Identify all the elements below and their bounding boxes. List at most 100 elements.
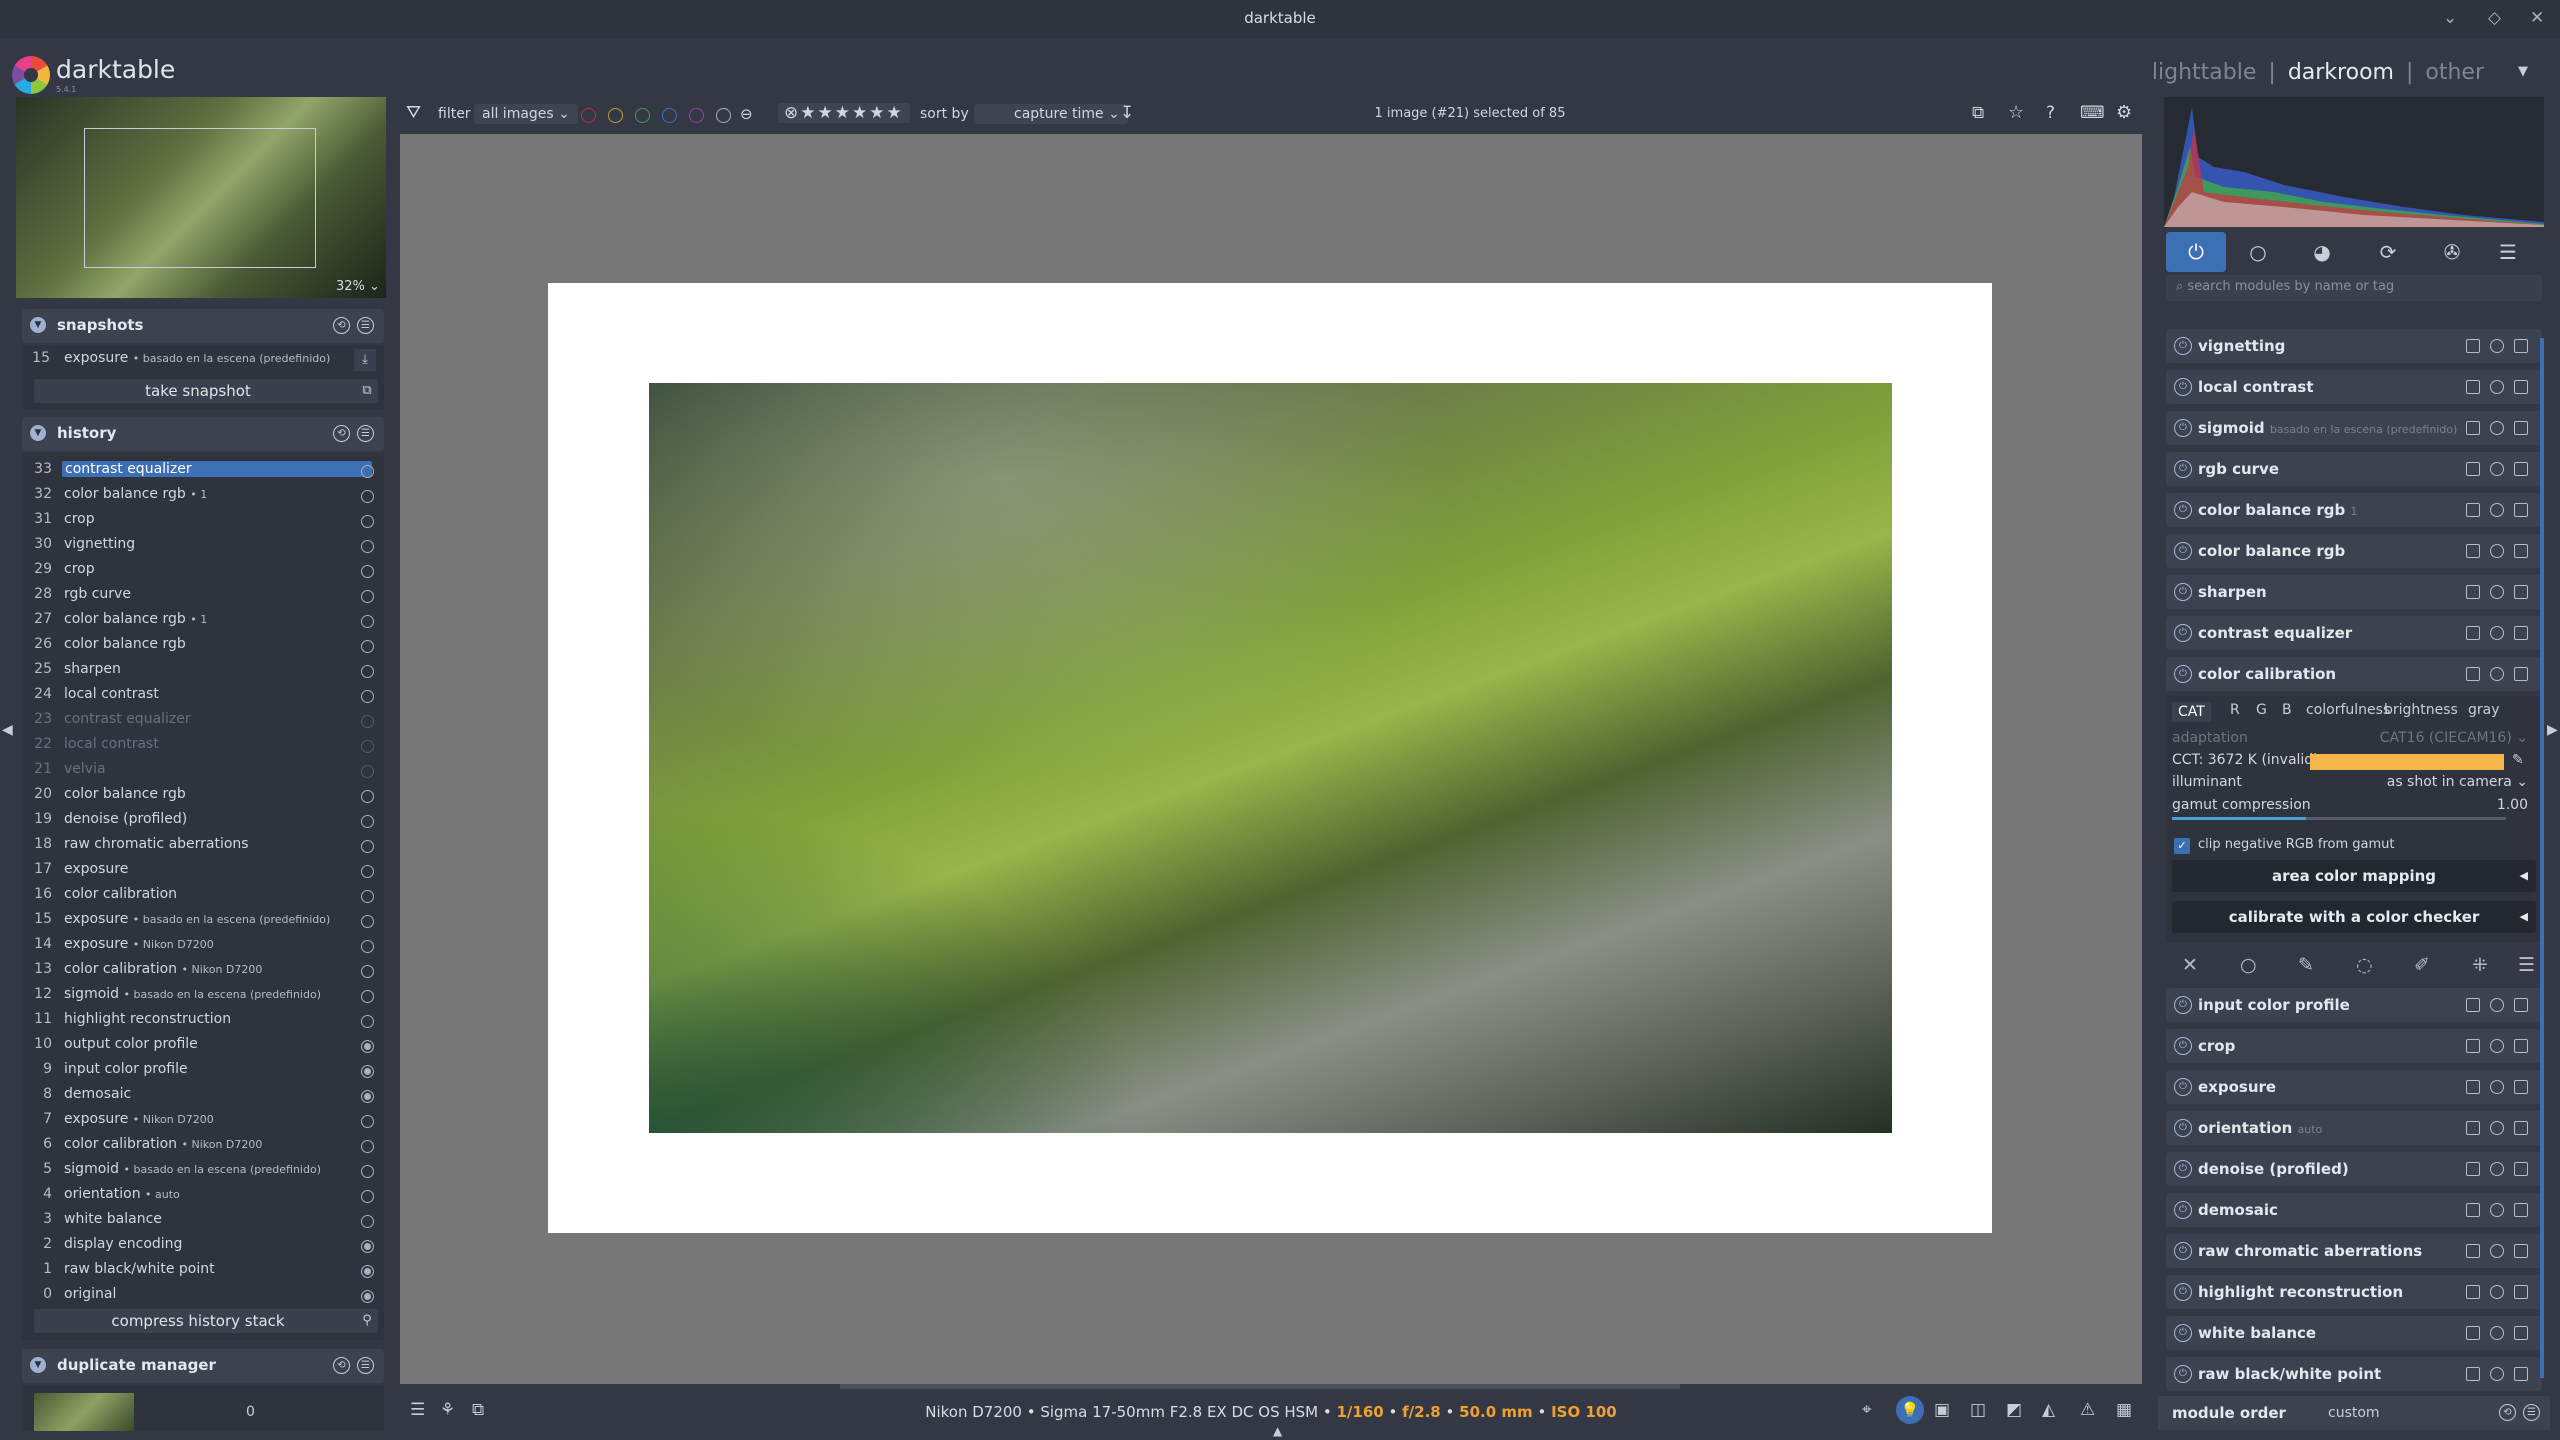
history-item[interactable]: 4 orientation • auto [22,1186,384,1211]
module-reset-icon[interactable] [2490,503,2504,517]
module-power-icon[interactable]: ⏻ [2174,1119,2192,1137]
module-header[interactable]: ⏻ exposure [2166,1070,2542,1104]
color-label-red-icon[interactable] [581,108,596,123]
history-item[interactable]: 27 color balance rgb • 1 [22,611,384,636]
reset-icon[interactable]: ⟲ [333,1357,350,1374]
module-reset-icon[interactable] [2490,667,2504,681]
module-header[interactable]: ⏻ highlight reconstruction [2166,1275,2542,1309]
module-power-icon[interactable]: ⏻ [2174,1324,2192,1342]
module-reset-icon[interactable] [2490,421,2504,435]
color-label-operator-icon[interactable]: ⊖ [740,105,753,123]
snapshot-restore-icon[interactable]: ⤓ [354,349,376,371]
cc-tab[interactable]: brightness [2384,702,2458,718]
module-header[interactable]: ⏻ orientation auto [2166,1111,2542,1145]
module-presets-icon[interactable] [2514,626,2528,640]
module-power-icon[interactable]: ⏻ [2174,419,2192,437]
history-item[interactable]: 32 color balance rgb • 1 [22,486,384,511]
module-presets-icon[interactable] [2514,421,2528,435]
history-item[interactable]: 29 crop [22,561,384,586]
history-item[interactable]: 28 rgb curve [22,586,384,611]
sort-dropdown[interactable]: capture time ⌄ [974,104,1128,124]
module-multi-instance-icon[interactable] [2466,585,2480,599]
area-color-mapping-button[interactable]: area color mapping ◀ [2172,860,2536,892]
preferences-gear-icon[interactable]: ⚙ [2116,102,2132,123]
module-reset-icon[interactable] [2490,1080,2504,1094]
module-power-icon[interactable]: ⏻ [2174,337,2192,355]
collapse-triangle-icon[interactable]: ▼ [30,317,46,333]
guides-grid-icon[interactable]: ▦ [2116,1400,2132,1420]
module-presets-icon[interactable] [2514,998,2528,1012]
warning-icon[interactable]: ⚠ [2080,1400,2095,1420]
navigation-viewport-rect[interactable] [84,128,316,268]
color-label-green-icon[interactable] [635,108,650,123]
cc-tab[interactable]: R [2230,702,2240,718]
duplicate-manager-header[interactable]: ▼ duplicate manager ⟲ ☰ [22,1349,384,1383]
cc-tab[interactable]: B [2282,702,2292,718]
history-item[interactable]: 16 color calibration [22,886,384,911]
module-presets-icon[interactable] [2514,1039,2528,1053]
module-multi-instance-icon[interactable] [2466,339,2480,353]
cc-tab[interactable]: G [2256,702,2267,718]
clipping-indicator-icon[interactable]: ◫ [1970,1400,1986,1420]
presets-menu-icon[interactable]: ☰ [357,1357,374,1374]
module-multi-instance-icon[interactable] [2466,1285,2480,1299]
module-power-icon[interactable]: ⏻ [2174,1201,2192,1219]
module-presets-icon[interactable] [2514,380,2528,394]
module-multi-instance-icon[interactable] [2466,998,2480,1012]
edited-photo[interactable] [649,383,1892,1133]
softproof-icon[interactable]: ◩ [2006,1400,2022,1420]
gamut-check-icon[interactable]: ◭ [2042,1400,2055,1420]
module-header[interactable]: ⏻ vignetting [2166,329,2542,363]
module-header[interactable]: ⏻ sigmoid basado en la escena (predefinid… [2166,411,2542,445]
module-multi-instance-icon[interactable] [2466,462,2480,476]
module-multi-instance-icon[interactable] [2466,1326,2480,1340]
clip-negative-checkbox[interactable]: ✓ [2174,838,2190,854]
module-header[interactable]: ⏻ crop [2166,1029,2542,1063]
module-reset-icon[interactable] [2490,998,2504,1012]
sort-order-icon[interactable]: ↧ [1120,103,1134,123]
module-header[interactable]: ⏻ raw black/white point [2166,1357,2542,1391]
illuminant-dropdown[interactable]: as shot in camera ⌄ [2387,774,2528,790]
color-label-none-icon[interactable] [716,108,731,123]
history-item[interactable]: 13 color calibration • Nikon D7200 [22,961,384,986]
star-overlay-icon[interactable]: ☆ [2008,102,2024,123]
filter-funnel-icon[interactable]: ⛛ [406,102,421,123]
drawn-mask-icon[interactable]: ✎ [2298,954,2314,976]
module-power-icon[interactable]: ⏻ [2174,1037,2192,1055]
module-presets-icon[interactable] [2514,1203,2528,1217]
module-multi-instance-icon[interactable] [2466,1244,2480,1258]
module-reset-icon[interactable] [2490,339,2504,353]
history-item[interactable]: 30 vignetting [22,536,384,561]
help-icon[interactable]: ? [2046,103,2055,123]
view-darkroom[interactable]: darkroom [2288,60,2394,85]
views-dropdown-icon[interactable]: ▼ [2518,64,2528,79]
module-reset-icon[interactable] [2490,626,2504,640]
module-multi-instance-icon[interactable] [2466,1203,2480,1217]
module-reset-icon[interactable] [2490,462,2504,476]
color-assessment-icon[interactable]: 💡 [1896,1396,1924,1424]
active-modules-power-icon[interactable]: ⏻ [2166,232,2226,272]
parametric-mask-icon[interactable]: ◌ [2356,954,2373,976]
maximize-icon[interactable]: ◇ [2488,8,2501,28]
presets-menu-icon[interactable]: ☰ [357,425,374,442]
history-item[interactable]: 0 original [22,1286,384,1311]
module-reset-icon[interactable] [2490,1121,2504,1135]
module-header[interactable]: ⏻ color balance rgb 1 [2166,493,2542,527]
module-header[interactable]: ⏻ color balance rgb [2166,534,2542,568]
module-header[interactable]: ⏻ rgb curve [2166,452,2542,486]
history-item[interactable]: 6 color calibration • Nikon D7200 [22,1136,384,1161]
module-presets-icon[interactable] [2514,585,2528,599]
module-header[interactable]: ⏻ color calibration [2166,657,2542,691]
focus-peaking-icon[interactable]: ⌖ [1862,1400,1872,1420]
history-item[interactable]: 25 sharpen [22,661,384,686]
history-item[interactable]: 5 sigmoid • basado en la escena (predefin… [22,1161,384,1186]
collapse-triangle-icon[interactable]: ▼ [30,425,46,441]
history-item[interactable]: 18 raw chromatic aberrations [22,836,384,861]
close-icon[interactable]: ✕ [2530,8,2544,28]
module-header[interactable]: ⏻ input color profile [2166,988,2542,1022]
module-multi-instance-icon[interactable] [2466,544,2480,558]
module-power-icon[interactable]: ⏻ [2174,1078,2192,1096]
color-label-blue-icon[interactable] [662,108,677,123]
uniform-blend-icon[interactable]: ○ [2240,954,2257,976]
raw-overexposed-icon[interactable]: ▣ [1934,1400,1950,1420]
